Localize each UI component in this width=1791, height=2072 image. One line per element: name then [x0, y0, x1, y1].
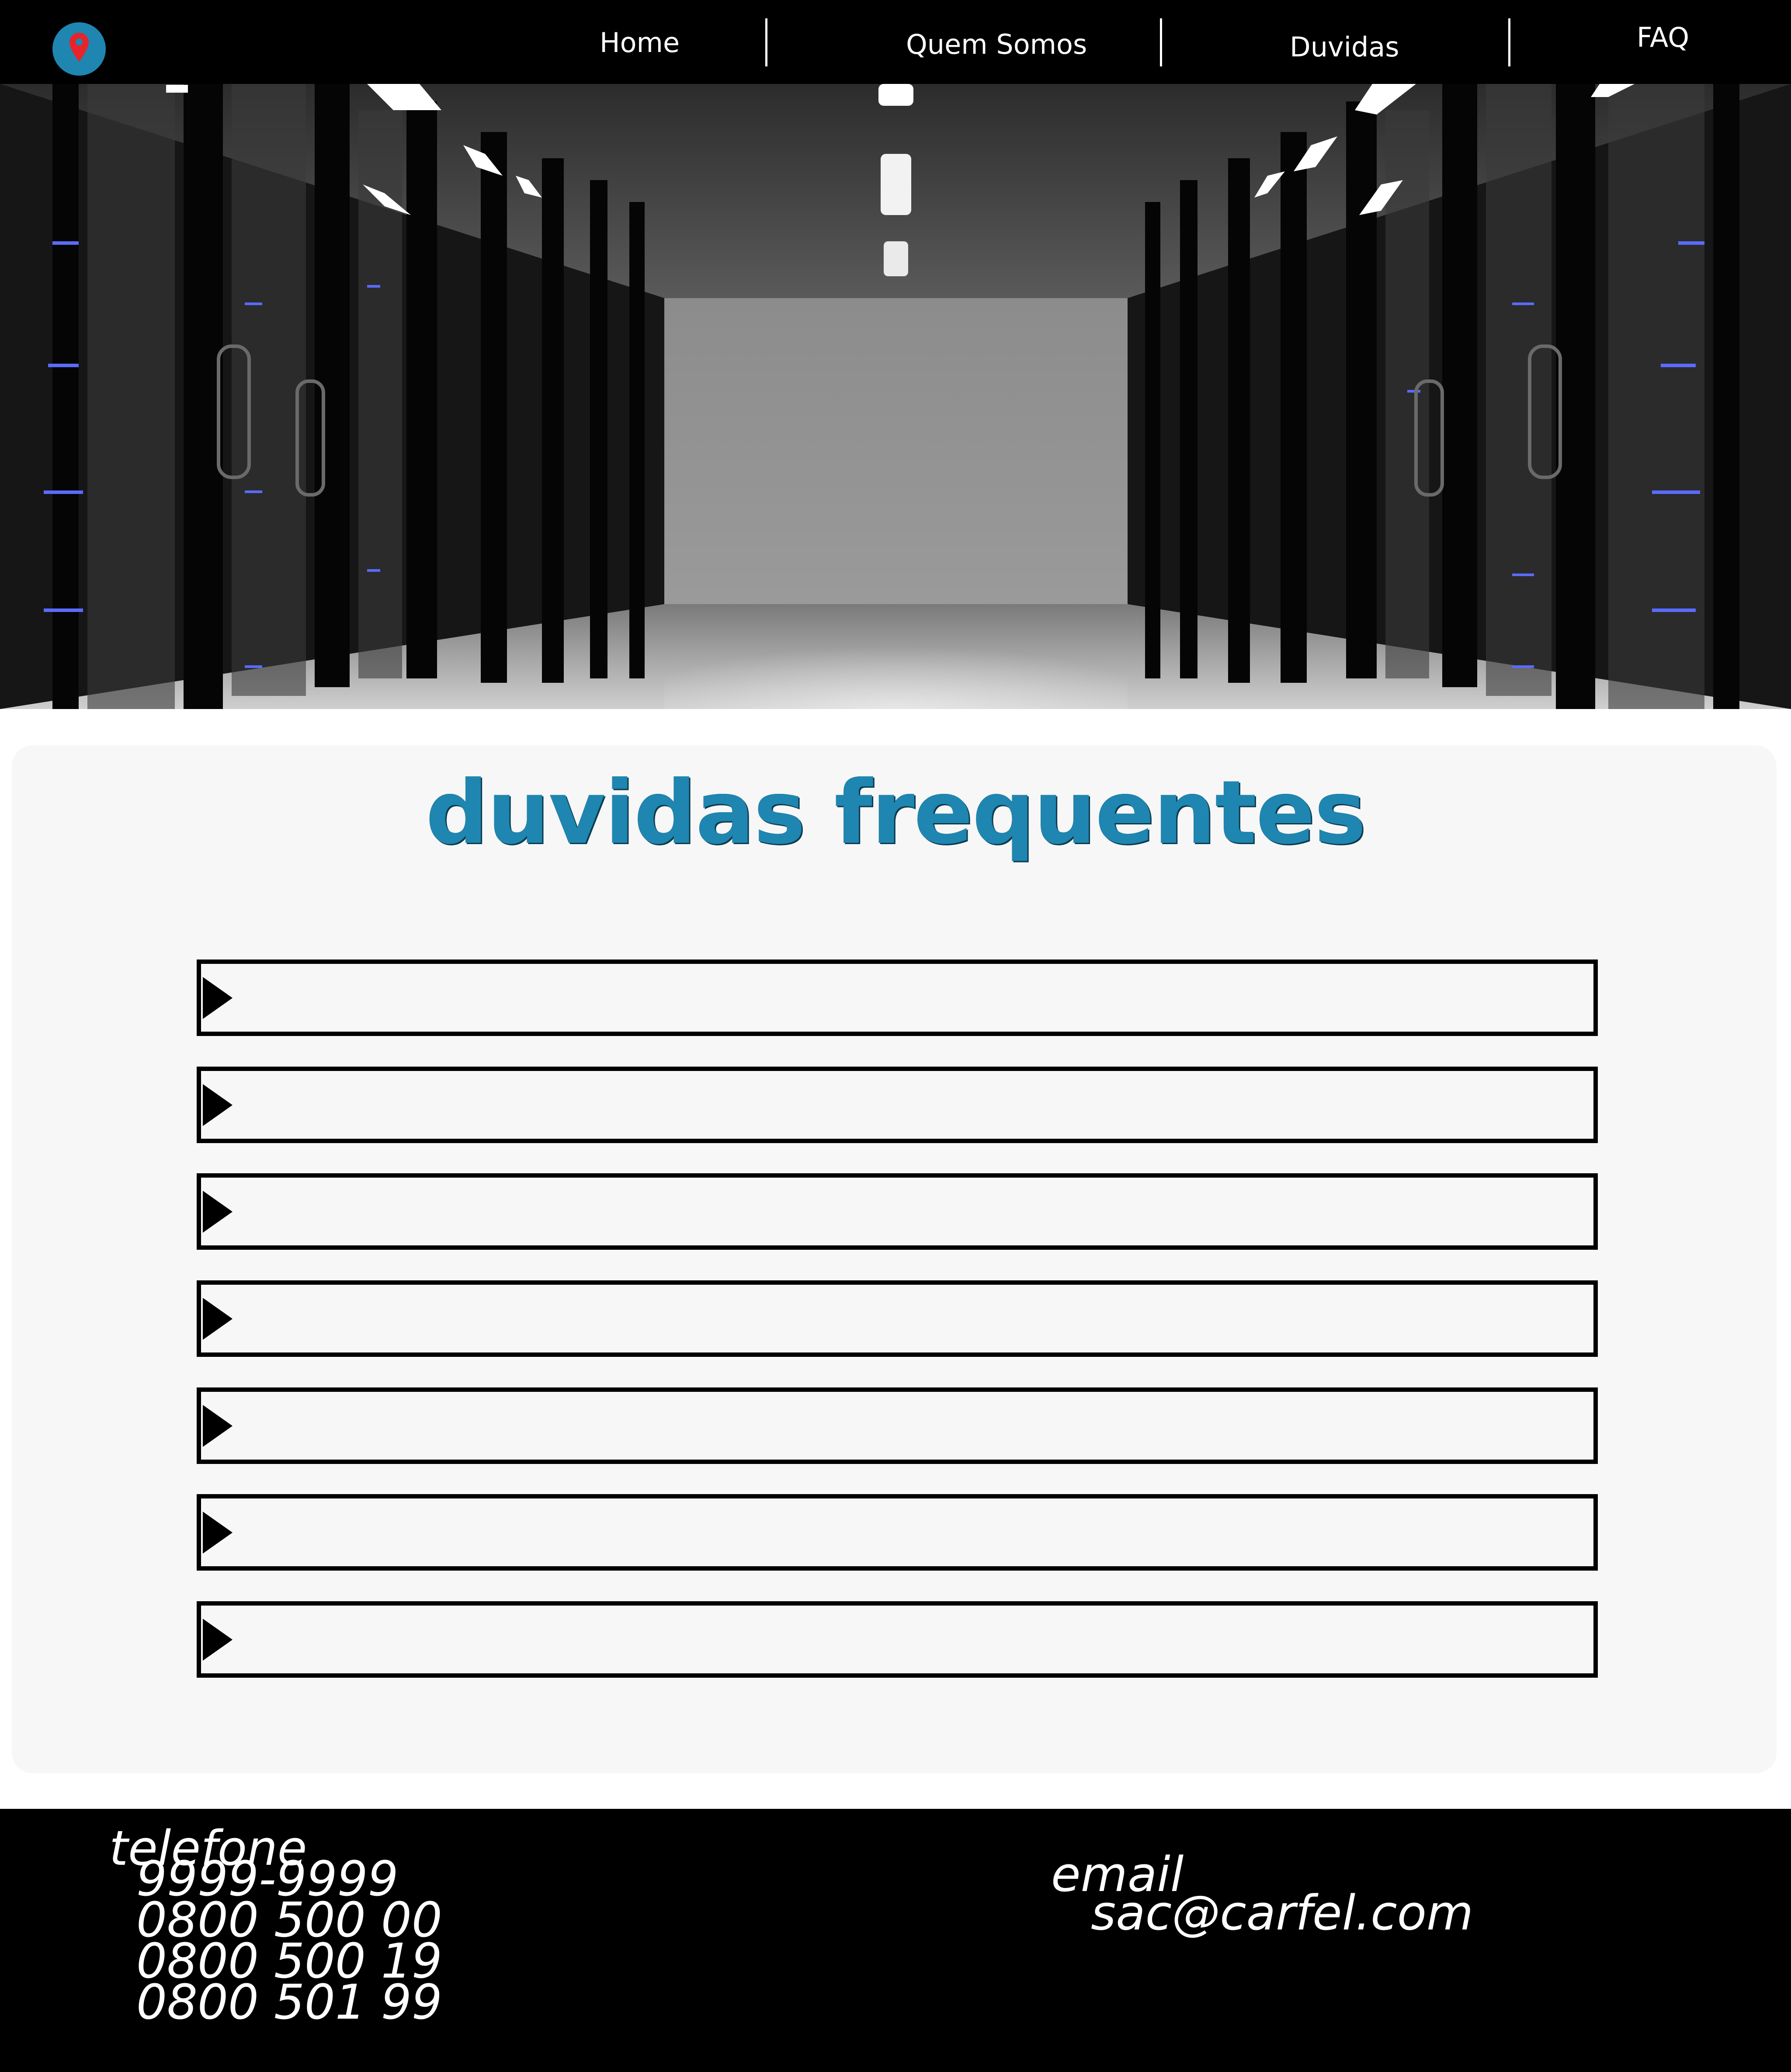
page-title: duvidas frequentes	[425, 762, 1366, 864]
faq-accordion-item[interactable]	[197, 1280, 1598, 1357]
nav-link-faq[interactable]: FAQ	[1637, 20, 1689, 55]
faq-accordion-item[interactable]	[197, 1601, 1598, 1678]
caret-right-icon[interactable]	[203, 1298, 233, 1340]
nav-separator	[765, 18, 767, 66]
faq-accordion-item[interactable]	[197, 1173, 1598, 1250]
hero-server-room-image	[0, 84, 1791, 709]
footer: telefone 9999-9999 0800 500 00 0800 500 …	[0, 1809, 1791, 2072]
email-address[interactable]: sac@carfel.com	[1091, 1887, 1473, 1939]
location-pin-icon[interactable]	[52, 22, 106, 76]
caret-right-icon[interactable]	[203, 1512, 233, 1554]
caret-right-icon[interactable]	[203, 1619, 233, 1661]
faq-accordion-item[interactable]	[197, 960, 1598, 1036]
faq-accordion-item[interactable]	[197, 1067, 1598, 1143]
nav-separator	[1508, 18, 1510, 66]
phone-number: 0800 501 99	[136, 1974, 442, 2030]
faq-accordion-item[interactable]	[197, 1494, 1598, 1571]
caret-right-icon[interactable]	[203, 1405, 233, 1447]
nav-link-duvidas[interactable]: Duvidas	[1290, 30, 1399, 65]
caret-right-icon[interactable]	[203, 977, 233, 1019]
faq-accordion-item[interactable]	[197, 1387, 1598, 1464]
nav-separator	[1160, 18, 1162, 66]
nav-link-home[interactable]: Home	[600, 25, 680, 60]
nav-link-quem-somos[interactable]: Quem Somos	[906, 27, 1087, 62]
caret-right-icon[interactable]	[203, 1191, 233, 1233]
top-navbar: Home Quem Somos Duvidas FAQ	[0, 0, 1791, 84]
caret-right-icon[interactable]	[203, 1084, 233, 1126]
